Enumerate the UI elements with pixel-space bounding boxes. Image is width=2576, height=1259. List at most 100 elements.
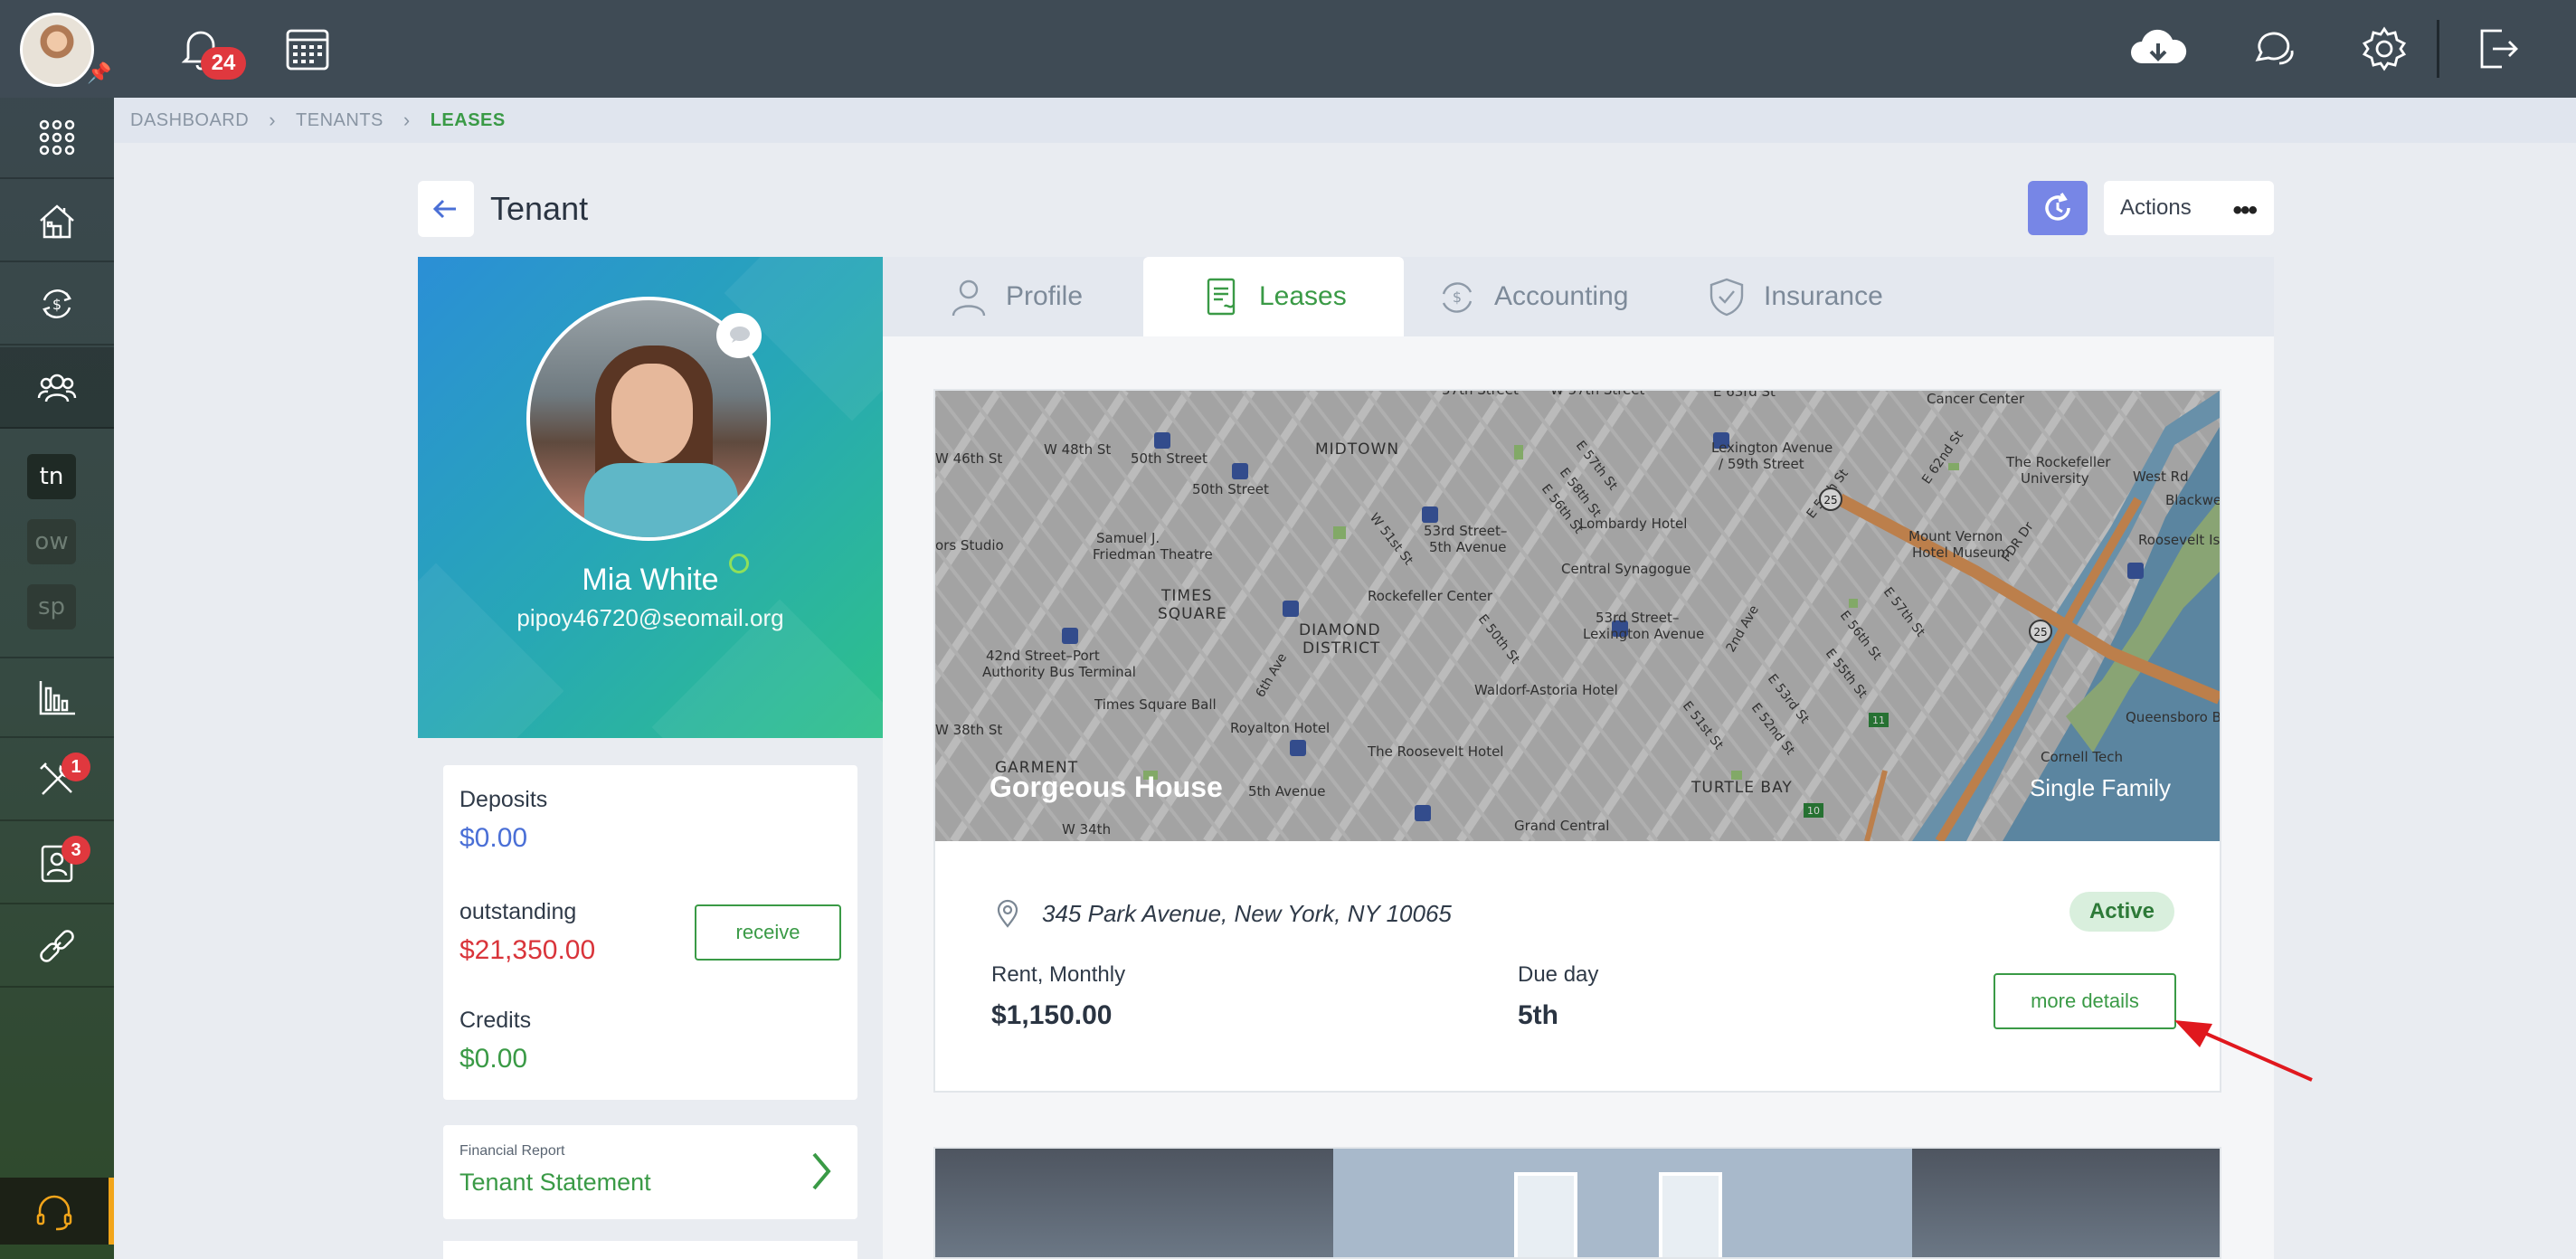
user-avatar-cell[interactable]: 📌 <box>0 0 114 98</box>
maintenance-badge: 1 <box>62 753 90 781</box>
refresh-icon <box>2045 193 2070 221</box>
photo-shirt <box>584 463 738 537</box>
tenant-statement-link[interactable]: Financial Report Tenant Statement <box>443 1125 857 1219</box>
svg-text:$: $ <box>1453 289 1462 306</box>
tab-profile[interactable]: Profile <box>948 257 1111 336</box>
receive-button[interactable]: receive <box>695 904 841 961</box>
calendar-icon[interactable] <box>282 24 333 74</box>
money-cycle-icon: $ <box>1442 282 1473 313</box>
house-window <box>1514 1172 1577 1257</box>
tab-insurance-label: Insurance <box>1764 281 1883 311</box>
page-title: Tenant <box>490 190 589 227</box>
message-tenant-button[interactable] <box>716 313 762 358</box>
sidebar-item-tenant-portal[interactable]: tn <box>27 454 76 499</box>
tab-leases[interactable]: Leases <box>1143 257 1404 336</box>
grid-icon <box>39 119 75 156</box>
tab-accounting-label: Accounting <box>1494 281 1629 311</box>
annotation-arrow-icon <box>2174 1020 2313 1082</box>
profile-hero: Mia White pipoy46720@seomail.org <box>418 257 883 738</box>
refresh-button[interactable] <box>2028 181 2088 235</box>
lease-status-badge: Active <box>2069 892 2174 932</box>
rent-label: Rent, Monthly <box>991 962 1126 987</box>
notifications-badge: 24 <box>201 47 246 80</box>
tenant-email[interactable]: pipoy46720@seomail.org <box>418 604 883 632</box>
breadcrumb-tenants[interactable]: TENANTS <box>296 110 384 131</box>
lease-card: MIDTOWN TIMES SQUARE DIAMOND DISTRICT TU… <box>933 389 2221 1093</box>
tenant-tabs: Profile Leases $ Accounting Insurance <box>883 257 2274 336</box>
chevron-right-icon: › <box>269 109 277 131</box>
more-details-button[interactable]: more details <box>1994 973 2176 1029</box>
more-horizontal-icon[interactable]: ••• <box>2232 195 2257 226</box>
address-text: 345 Park Avenue, New York, NY 10065 <box>1042 899 1452 927</box>
chat-bubble-icon <box>730 327 750 343</box>
lease-document-icon <box>1207 278 1236 316</box>
breadcrumb-dashboard[interactable]: DASHBOARD <box>130 110 249 131</box>
sidebar-item-maintenance[interactable]: 1 <box>0 740 114 821</box>
chevron-right-icon: › <box>402 109 411 131</box>
sidebar-item-tenants[interactable] <box>0 347 114 429</box>
sidebar: 📌 $ tn ow sp 1 3 <box>0 0 114 1259</box>
balance-summary-card: Deposits $0.00 outstanding $21,350.00 re… <box>443 765 857 1100</box>
applicants-badge: 3 <box>62 836 90 865</box>
topbar-divider <box>2437 20 2439 78</box>
location-pin-icon <box>997 899 1018 928</box>
actions-button[interactable]: Actions ••• <box>2104 181 2274 235</box>
due-day-label: Due day <box>1518 962 1599 987</box>
financial-report-label: Financial Report <box>459 1143 565 1159</box>
breadcrumb-leases: LEASES <box>430 109 506 130</box>
user-icon <box>952 279 986 317</box>
sidebar-item-properties[interactable] <box>0 181 114 262</box>
due-day-value: 5th <box>1518 1000 1558 1030</box>
deposits-label: Deposits <box>459 787 548 812</box>
sidebar-item-support[interactable] <box>0 1178 114 1245</box>
house-photo <box>1333 1149 1912 1257</box>
property-type: Single Family <box>2029 774 2171 801</box>
svg-text:$: $ <box>52 296 62 313</box>
people-icon <box>37 374 77 402</box>
sidebar-item-service-pro[interactable]: sp <box>27 584 76 630</box>
top-bar: 24 <box>114 0 2576 98</box>
money-cycle-icon: $ <box>43 289 71 318</box>
chat-icon[interactable] <box>2249 24 2299 74</box>
sidebar-item-apps[interactable] <box>0 98 114 179</box>
chevron-right-icon <box>812 1152 831 1190</box>
property-map[interactable]: MIDTOWN TIMES SQUARE DIAMOND DISTRICT TU… <box>935 391 2220 841</box>
house-icon <box>40 204 74 239</box>
tab-leases-label: Leases <box>1259 281 1347 311</box>
sidebar-item-integrations[interactable] <box>0 906 114 988</box>
house-window <box>1659 1172 1722 1257</box>
tenant-name: Mia White <box>582 563 719 597</box>
property-name[interactable]: Gorgeous House <box>990 771 1223 804</box>
credits-value: $0.00 <box>459 1044 528 1074</box>
tab-profile-label: Profile <box>1006 281 1084 311</box>
pin-icon[interactable]: 📌 <box>87 62 111 85</box>
lease-card-partial[interactable] <box>933 1147 2221 1259</box>
sidebar-item-owner-portal[interactable]: ow <box>27 519 76 564</box>
photo-face <box>611 364 693 463</box>
card-partial <box>443 1241 857 1259</box>
rent-value: $1,150.00 <box>991 1000 1113 1030</box>
link-icon <box>40 930 74 962</box>
shield-icon <box>1709 278 1744 317</box>
arrow-left-icon <box>432 199 456 219</box>
sidebar-item-applicants[interactable]: 3 <box>0 823 114 904</box>
headset-icon <box>36 1195 72 1231</box>
bar-chart-icon <box>39 681 75 715</box>
outstanding-value: $21,350.00 <box>459 935 596 965</box>
outstanding-label: outstanding <box>459 899 577 924</box>
credits-label: Credits <box>459 1008 532 1033</box>
actions-label: Actions <box>2120 195 2192 220</box>
cloud-download-icon[interactable] <box>2126 24 2191 74</box>
back-button[interactable] <box>418 181 474 237</box>
deposits-value: $0.00 <box>459 823 528 853</box>
property-address: 345 Park Avenue, New York, NY 10065 <box>991 897 1452 930</box>
gear-icon[interactable] <box>2359 24 2410 74</box>
sidebar-item-reports[interactable] <box>0 657 114 738</box>
sidebar-item-payments[interactable]: $ <box>0 264 114 346</box>
tab-accounting[interactable]: $ Accounting <box>1436 257 1653 336</box>
breadcrumb: DASHBOARD › TENANTS › LEASES <box>114 98 2576 143</box>
logout-icon[interactable] <box>2471 24 2522 74</box>
tab-insurance[interactable]: Insurance <box>1706 257 1923 336</box>
tenant-statement-title: Tenant Statement <box>459 1169 651 1196</box>
user-avatar[interactable] <box>20 13 94 87</box>
